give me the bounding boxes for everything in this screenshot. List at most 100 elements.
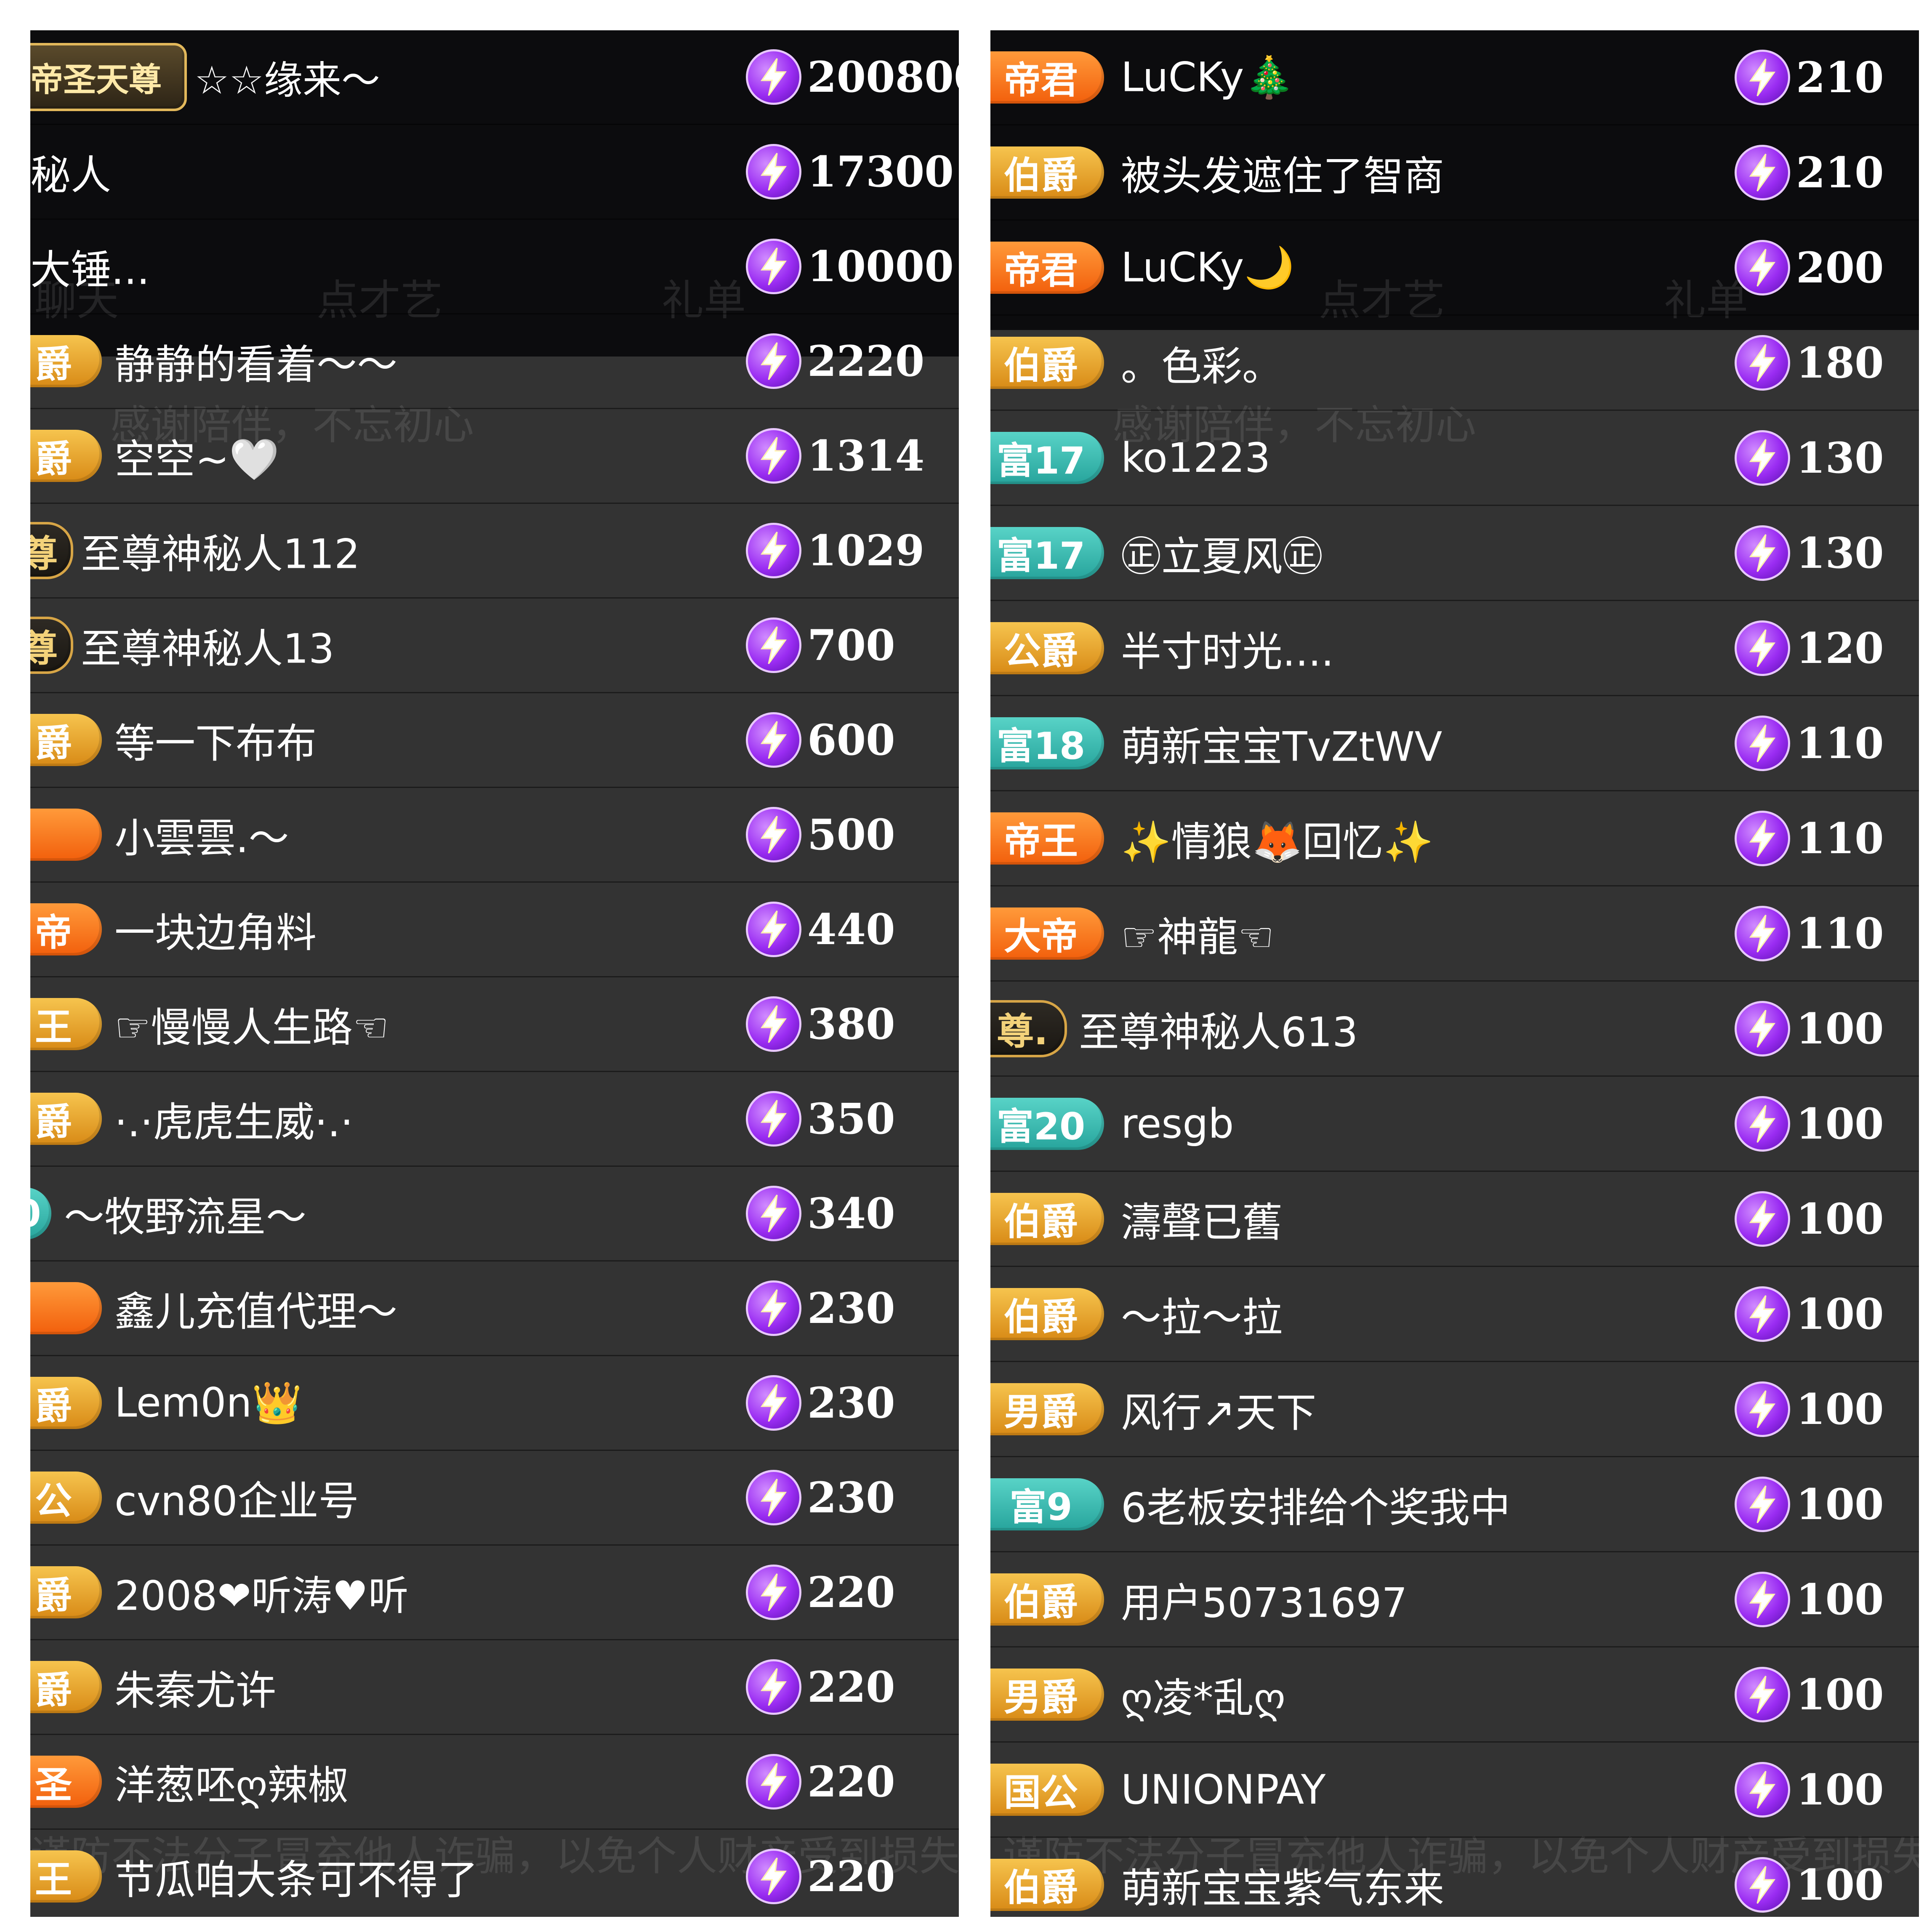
- ranking-row[interactable]: 伯爵 萌新宝宝紫气东来 100: [990, 1838, 1919, 1917]
- user-name[interactable]: ✨情狼🦊回忆✨: [1121, 809, 1434, 868]
- lightning-coin-icon: [1735, 240, 1790, 295]
- user-name[interactable]: 6老板安排给个奖我中: [1121, 1475, 1510, 1533]
- lightning-coin-icon: [746, 333, 801, 389]
- user-name[interactable]: 洋葱呸ღ辣椒: [114, 1753, 348, 1811]
- lightning-coin-icon: [746, 617, 801, 673]
- ranking-row[interactable]: 0～牧野流星～ 340: [30, 1167, 959, 1261]
- user-name[interactable]: ㊣立夏风㊣: [1121, 524, 1323, 582]
- gift-amount: 180: [1796, 338, 1884, 388]
- user-name[interactable]: 节瓜咱大条可不得了: [114, 1847, 478, 1906]
- user-name[interactable]: 至尊神秘人13: [81, 616, 334, 675]
- ranking-row[interactable]: 大帝 ☞神龍☜ 110: [990, 886, 1919, 982]
- ranking-row[interactable]: 伯爵 濤聲已舊 100: [990, 1172, 1919, 1267]
- gift-amount: 100: [1796, 1289, 1884, 1339]
- user-name[interactable]: 鑫儿充值代理～: [114, 1279, 397, 1338]
- user-name[interactable]: 濤聲已舊: [1121, 1190, 1283, 1248]
- ranking-row[interactable]: 爵空空~🤍 1314: [30, 409, 959, 504]
- ranking-row[interactable]: 富17 ㊣立夏风㊣ 130: [990, 506, 1919, 601]
- user-name[interactable]: 秘人: [30, 143, 111, 201]
- ranking-row[interactable]: 鑫儿充值代理～ 230: [30, 1261, 959, 1356]
- lightning-coin-icon: [746, 902, 801, 957]
- ranking-row[interactable]: 富18 萌新宝宝TvZtWV 110: [990, 696, 1919, 791]
- user-name[interactable]: ☞慢慢人生路☜: [114, 995, 389, 1054]
- user-name[interactable]: 等一下布布: [114, 711, 317, 769]
- ranking-row[interactable]: 伯爵 。色彩。 180: [990, 316, 1919, 411]
- user-name[interactable]: 静静的看着～～: [114, 332, 397, 391]
- user-name[interactable]: 。色彩。: [1121, 333, 1283, 392]
- ranking-row[interactable]: 帝君 LuCKy🌙 200: [990, 221, 1919, 316]
- user-name[interactable]: ko1223: [1121, 434, 1270, 482]
- user-name[interactable]: 大锤...: [30, 237, 150, 296]
- user-name[interactable]: ～拉～拉: [1121, 1285, 1283, 1343]
- user-name[interactable]: cvn80企业号: [114, 1469, 359, 1527]
- ranking-row[interactable]: 帝一块边角料 440: [30, 883, 959, 977]
- user-name[interactable]: 朱秦尤许: [114, 1658, 276, 1716]
- ranking-row[interactable]: 公爵 半寸时光.... 120: [990, 601, 1919, 696]
- ranking-row[interactable]: 爵 2008❤听涛♥听 220: [30, 1546, 959, 1640]
- user-name[interactable]: 空空~🤍: [114, 427, 279, 485]
- lightning-coin-icon: [1735, 49, 1790, 105]
- ranking-row[interactable]: 国公 UNIONPAY 100: [990, 1743, 1919, 1838]
- gift-amount: 230: [807, 1473, 895, 1522]
- ranking-row[interactable]: 富20 resgb 100: [990, 1077, 1919, 1172]
- ranking-row[interactable]: 伯爵 用户50731697 100: [990, 1552, 1919, 1647]
- ranking-row[interactable]: 尊至尊神秘人112 1029: [30, 504, 959, 599]
- user-name[interactable]: resgb: [1121, 1100, 1234, 1147]
- gift-amount: 100: [1796, 1194, 1884, 1244]
- level-badge: 公爵: [990, 622, 1104, 674]
- ranking-row[interactable]: 大锤... 10000: [30, 220, 959, 314]
- ranking-row[interactable]: 公 cvn80企业号 230: [30, 1451, 959, 1546]
- ranking-row[interactable]: 爵静静的看着～～ 2220: [30, 314, 959, 409]
- user-name[interactable]: 2008❤听涛♥听: [114, 1563, 409, 1622]
- ranking-row[interactable]: 富17 ko1223 130: [990, 411, 1919, 506]
- user-name[interactable]: 半寸时光....: [1121, 619, 1334, 677]
- level-badge: [30, 1282, 102, 1334]
- ranking-row[interactable]: 王 ☞慢慢人生路☜ 380: [30, 977, 959, 1072]
- user-name[interactable]: 至尊神秘人613: [1079, 999, 1358, 1058]
- ranking-row[interactable]: 伯爵 ～拉～拉 100: [990, 1267, 1919, 1362]
- user-name[interactable]: ·.·虎虎生威·.·: [114, 1090, 353, 1148]
- ranking-row[interactable]: 伯爵 被头发遮住了智商 210: [990, 125, 1919, 221]
- user-name[interactable]: ღ凌*乱ღ: [1121, 1665, 1285, 1724]
- ranking-row[interactable]: 爵等一下布布 600: [30, 693, 959, 788]
- user-name[interactable]: 一块边角料: [114, 900, 317, 959]
- ranking-row[interactable]: 男爵 ღ凌*乱ღ 100: [990, 1647, 1919, 1743]
- gift-amount: 200800: [807, 52, 959, 102]
- level-badge: 富18: [990, 717, 1104, 769]
- user-name[interactable]: LuCKy🎄: [1121, 53, 1294, 101]
- ranking-row[interactable]: 帝圣天尊☆☆缘来～ 200800: [30, 30, 959, 125]
- lightning-coin-icon: [1735, 525, 1790, 581]
- user-name[interactable]: 被头发遮住了智商: [1121, 143, 1444, 202]
- user-name[interactable]: LuCKy🌙: [1121, 244, 1294, 291]
- ranking-row[interactable]: 富9 6老板安排给个奖我中 100: [990, 1457, 1919, 1552]
- ranking-row[interactable]: 帝君 LuCKy🎄 210: [990, 30, 1919, 125]
- user-name[interactable]: 用户50731697: [1121, 1570, 1408, 1629]
- ranking-row[interactable]: 秘人 17300: [30, 125, 959, 220]
- ranking-row[interactable]: 男爵 风行↗天下 100: [990, 1362, 1919, 1457]
- level-badge: 富20: [990, 1097, 1104, 1150]
- user-name[interactable]: 小雲雲.～: [114, 806, 289, 864]
- ranking-row[interactable]: 爵 ·.·虎虎生威·.· 350: [30, 1072, 959, 1167]
- ranking-row[interactable]: 尊至尊神秘人13 700: [30, 599, 959, 693]
- ranking-row[interactable]: 小雲雲.～ 500: [30, 788, 959, 883]
- user-name[interactable]: ☞神龍☜: [1121, 904, 1274, 963]
- ranking-row[interactable]: 王节瓜咱大条可不得了 220: [30, 1830, 959, 1917]
- lightning-coin-icon: [1735, 1762, 1790, 1818]
- ranking-row[interactable]: 尊. 至尊神秘人613 100: [990, 982, 1919, 1077]
- user-name[interactable]: UNIONPAY: [1121, 1766, 1325, 1813]
- user-name[interactable]: ☆☆缘来～: [194, 49, 380, 105]
- user-name[interactable]: 风行↗天下: [1121, 1380, 1316, 1438]
- gift-amount: 100: [1796, 1479, 1884, 1529]
- ranking-row[interactable]: 帝王 ✨情狼🦊回忆✨ 110: [990, 791, 1919, 886]
- user-name[interactable]: 萌新宝宝TvZtWV: [1121, 714, 1442, 772]
- gift-amount: 600: [807, 715, 895, 765]
- ranking-row[interactable]: 爵朱秦尤许 220: [30, 1640, 959, 1735]
- user-name[interactable]: 至尊神秘人112: [81, 522, 360, 580]
- user-name[interactable]: ～牧野流星～: [64, 1184, 306, 1243]
- lightning-coin-icon: [746, 523, 801, 578]
- ranking-row[interactable]: 圣洋葱呸ღ辣椒 220: [30, 1735, 959, 1830]
- ranking-row[interactable]: 爵 Lem0n👑 230: [30, 1356, 959, 1451]
- user-name[interactable]: 萌新宝宝紫气东来: [1121, 1855, 1444, 1914]
- gift-amount: 2220: [807, 336, 925, 386]
- user-name[interactable]: Lem0n👑: [114, 1379, 302, 1427]
